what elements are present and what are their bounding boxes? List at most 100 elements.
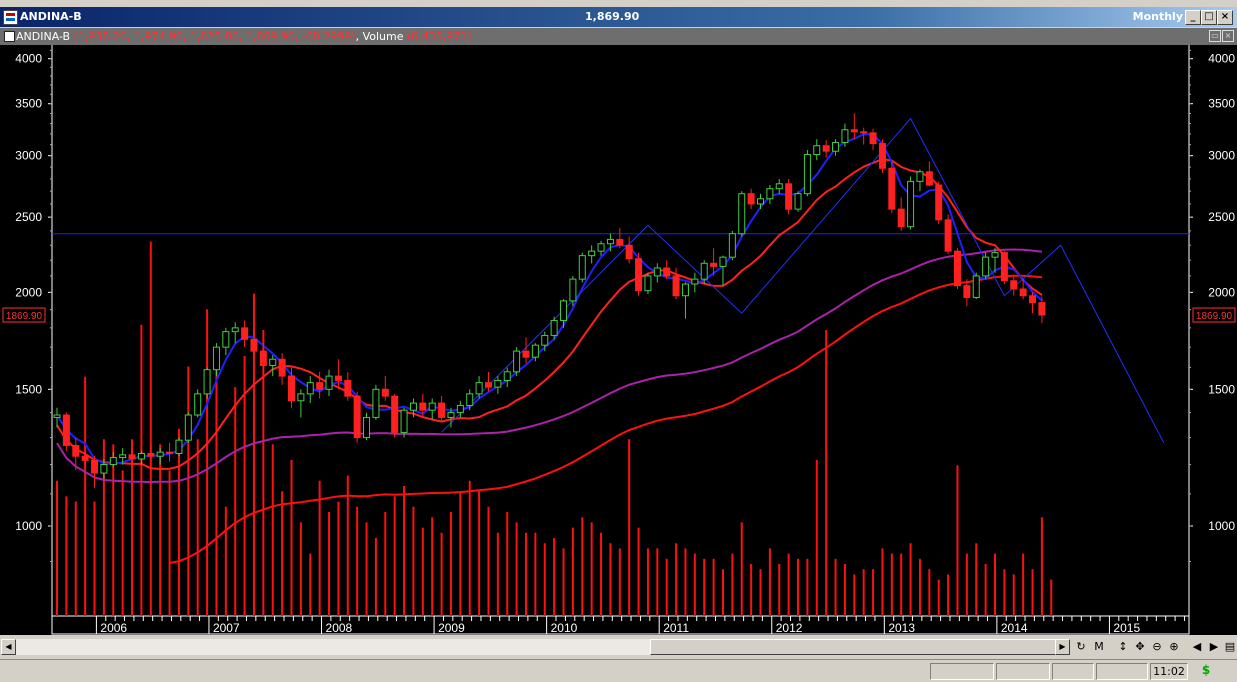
candle [681, 282, 689, 319]
chart-window-titlebar[interactable]: ANDINA-B 1,869.90 Monthly _ □ × [0, 7, 1237, 27]
candle-body [231, 327, 239, 333]
candle-body [606, 238, 614, 245]
candle-body [194, 393, 202, 416]
candle [635, 252, 643, 296]
candle-body [935, 184, 943, 221]
candle [475, 376, 483, 399]
candle-body [531, 344, 539, 358]
candle-body [137, 452, 145, 460]
candle-body [597, 243, 605, 252]
candle-body [109, 457, 117, 466]
horizontal-scrollbar[interactable]: ◀ ▶ ↻ M ↕ ✥ ⊖ ⊕ ◀ ▶ ▤ [0, 636, 1237, 657]
candle-body [832, 141, 840, 152]
y-tick-label-right: 2500 [1208, 210, 1235, 224]
candle [888, 161, 896, 214]
y-tick-label-left: 2000 [15, 285, 42, 299]
candle-body [953, 250, 961, 287]
candle [813, 139, 821, 161]
candle [663, 260, 671, 280]
candle [644, 272, 652, 295]
candlesticks [53, 113, 1046, 488]
scroll-left-icon[interactable]: ◀ [1, 639, 16, 655]
candle-body [334, 375, 342, 381]
candle-body [878, 143, 886, 169]
dollar-icon[interactable]: $ [1198, 663, 1214, 678]
zoom-in-icon[interactable]: ⊕ [1166, 639, 1182, 654]
monthly-icon[interactable]: M [1091, 639, 1107, 654]
candle [513, 347, 521, 377]
candle-body [728, 233, 736, 258]
close-icon[interactable]: × [1217, 10, 1233, 25]
legend-volume-value: (6,435,971) [406, 30, 472, 43]
scroll-thumb[interactable] [650, 639, 1056, 655]
candle [231, 322, 239, 344]
candle [297, 389, 305, 418]
candle-body [1010, 280, 1018, 290]
period-label[interactable]: Monthly [1133, 10, 1183, 23]
candle [203, 367, 211, 399]
candle-body [691, 278, 699, 285]
candle [728, 230, 736, 261]
candle-body [972, 275, 980, 298]
close-pane-icon[interactable]: × [1222, 30, 1234, 42]
nav-left-icon[interactable]: ◀ [1189, 639, 1205, 654]
zoom-vertical-icon[interactable]: ↕ [1115, 639, 1131, 654]
candle-body [757, 198, 764, 205]
panel-icon[interactable]: ▤ [1222, 639, 1237, 654]
candle-body [822, 145, 830, 152]
restore-pane-icon[interactable]: ▭ [1209, 30, 1221, 42]
y-tick-label-right: 3500 [1208, 97, 1235, 111]
x-tick-label: 2010 [551, 621, 578, 635]
candle [757, 193, 764, 210]
candle [738, 191, 746, 237]
candle [616, 228, 624, 249]
candle-body [991, 252, 999, 258]
candle-body [907, 180, 915, 228]
candle [775, 178, 783, 194]
refresh-icon[interactable]: ↻ [1073, 639, 1089, 654]
scroll-right-icon[interactable]: ▶ [1055, 639, 1070, 655]
candle-body [447, 412, 455, 418]
maximize-icon[interactable]: □ [1201, 10, 1217, 25]
candle-body [897, 208, 905, 228]
candle-body [91, 459, 99, 474]
candle-body [269, 358, 277, 366]
candle-body [53, 414, 61, 418]
candle-body [775, 183, 783, 190]
candle-body [484, 382, 492, 388]
candle [588, 245, 596, 264]
pan-icon[interactable]: ✥ [1132, 639, 1148, 654]
candle-body [456, 404, 464, 414]
legend-symbol: ANDINA-B [16, 30, 71, 43]
candle-body [785, 183, 793, 210]
candle [269, 355, 277, 377]
minimize-icon[interactable]: _ [1185, 10, 1201, 25]
candle [353, 391, 361, 443]
status-field [1052, 663, 1094, 680]
candle [428, 398, 436, 420]
candle [1010, 275, 1018, 296]
zoom-out-icon[interactable]: ⊖ [1149, 639, 1165, 654]
candle-body [513, 350, 521, 373]
candle-body [128, 454, 136, 460]
candle [560, 299, 568, 328]
candle [91, 456, 99, 488]
candle-body [1019, 288, 1027, 297]
candle-body [353, 395, 361, 439]
window-last-price: 1,869.90 [585, 10, 640, 23]
candle [494, 376, 502, 394]
legend-volume-label: Volume [362, 30, 404, 43]
candle [785, 178, 793, 215]
candle-body [400, 409, 408, 433]
x-tick-label: 2008 [326, 621, 353, 635]
price-chart[interactable]: 1000 1000 1500 1500 2000 2000 2500 2500 3000 3000… [0, 45, 1237, 635]
candle-body [81, 455, 89, 461]
candle [653, 263, 661, 283]
nav-right-icon[interactable]: ▶ [1206, 639, 1222, 654]
candle [241, 320, 249, 348]
series-visibility-checkbox[interactable] [4, 31, 15, 42]
price-marker-text: 1869.90 [1196, 311, 1233, 322]
candle [484, 371, 492, 392]
candle-body [316, 382, 324, 390]
x-tick-label: 2007 [213, 621, 240, 635]
